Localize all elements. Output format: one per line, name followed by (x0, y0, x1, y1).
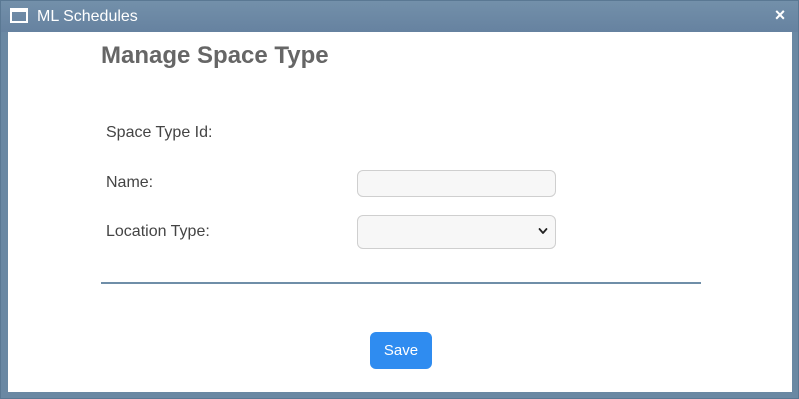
location-type-label: Location Type: (106, 223, 210, 240)
form-divider (101, 282, 701, 284)
window-icon (10, 8, 28, 23)
page-title: Manage Space Type (101, 42, 329, 69)
dialog-content: Manage Space Type Space Type Id: Name: L… (8, 32, 792, 392)
save-button[interactable]: Save (370, 332, 432, 369)
location-type-select[interactable] (357, 215, 556, 249)
title-bar[interactable]: ML Schedules × (1, 1, 798, 32)
chevron-down-icon (538, 228, 548, 234)
dialog-window: ML Schedules × Manage Space Type Space T… (0, 0, 799, 399)
name-input[interactable] (357, 170, 556, 197)
name-label: Name: (106, 174, 154, 191)
close-icon[interactable]: × (772, 5, 788, 25)
space-type-id-label: Space Type Id: (106, 124, 213, 141)
window-title: ML Schedules (37, 8, 138, 25)
